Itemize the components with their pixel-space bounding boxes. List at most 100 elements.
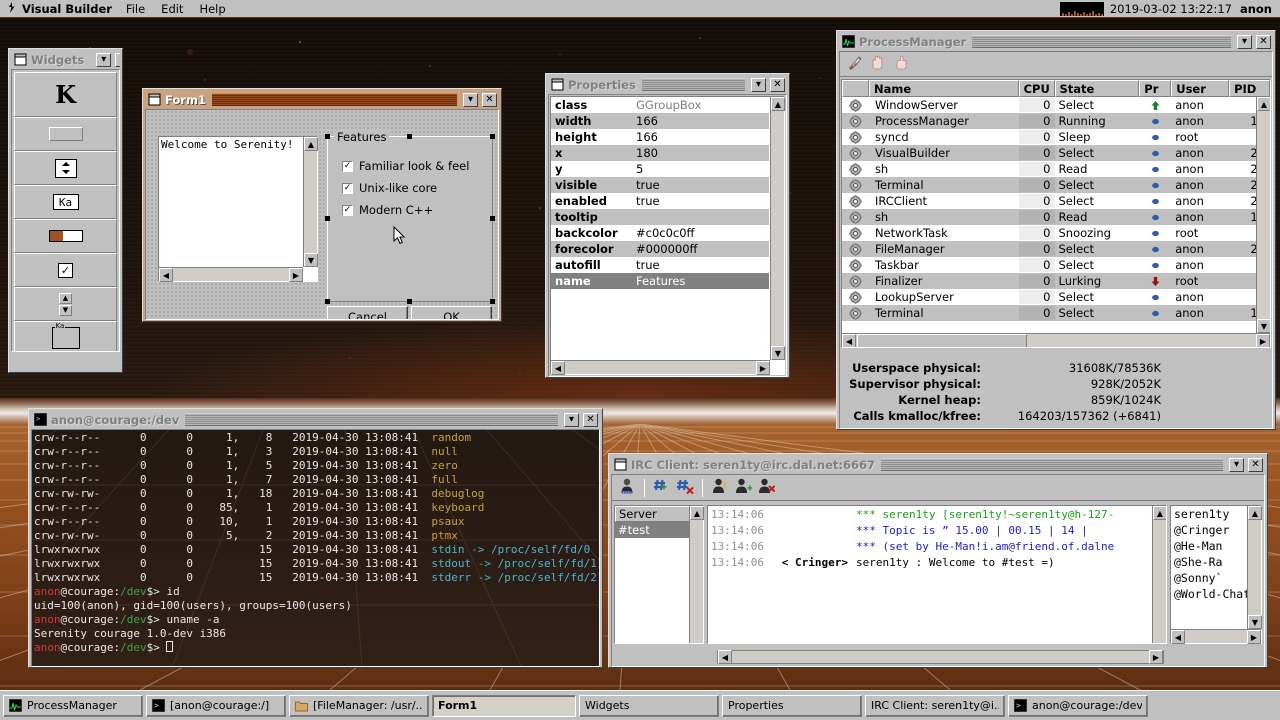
- process-row[interactable]: Terminal0Selectanon17: [842, 305, 1270, 321]
- property-value[interactable]: 166: [636, 114, 769, 128]
- widget-spinbox-button[interactable]: [14, 151, 117, 185]
- process-row[interactable]: ProcessManager0Runninganon11: [842, 113, 1270, 129]
- irc-titlebar[interactable]: IRC Client: seren1ty@irc.dal.net:6667 ▾ …: [611, 456, 1265, 473]
- property-value[interactable]: #000000ff: [636, 242, 769, 256]
- property-row[interactable]: tooltip: [551, 209, 769, 225]
- scroll-up-icon[interactable]: ▲: [1153, 506, 1167, 520]
- irc-user-vscrollbar[interactable]: ▲ ▼: [1247, 506, 1261, 629]
- taskbar-button[interactable]: IRC Client: seren1ty@i...: [865, 695, 1005, 717]
- close-button[interactable]: ✕: [115, 53, 120, 67]
- irc-server-list[interactable]: Server #test ▲: [614, 505, 704, 644]
- terminal-screen[interactable]: crw-r--r-- 0 0 1, 8 2019-04-30 13:08:41 …: [32, 430, 599, 666]
- resize-handle[interactable]: [325, 134, 330, 139]
- process-row[interactable]: VisualBuilder0Selectanon21: [842, 145, 1270, 161]
- irc-message-vscrollbar[interactable]: ▲: [1152, 506, 1166, 643]
- terminal-titlebar[interactable]: > anon@courage:/dev ▾ ✕: [31, 411, 600, 428]
- menu-file[interactable]: File: [126, 2, 145, 16]
- irc-user-hscrollbar[interactable]: ◀ ▶: [1171, 629, 1261, 643]
- property-value[interactable]: true: [636, 258, 769, 272]
- property-row[interactable]: autofilltrue: [551, 257, 769, 273]
- minimize-button[interactable]: ▾: [96, 53, 111, 67]
- process-vscrollbar[interactable]: ▲ ▼: [1256, 97, 1270, 333]
- minimize-button[interactable]: ▾: [1229, 458, 1244, 472]
- col-pid[interactable]: PID: [1229, 80, 1270, 97]
- minimize-button[interactable]: ▾: [564, 413, 579, 427]
- whois-user-button[interactable]: ?: [711, 477, 729, 498]
- processmanager-titlebar[interactable]: ProcessManager ▾ ✕: [839, 33, 1273, 50]
- scroll-right-icon[interactable]: ▶: [289, 268, 303, 282]
- form-textarea[interactable]: Welcome to Serenity! ▲ ▼ ◀ ▶: [158, 136, 318, 282]
- process-row[interactable]: NetworkTask0Snoozingroot4: [842, 225, 1270, 241]
- property-value[interactable]: GGroupBox: [636, 98, 769, 112]
- process-table-wrap[interactable]: Name CPU State Pr User PID WindowServer0…: [841, 79, 1271, 348]
- textarea-vscrollbar[interactable]: ▲ ▼: [303, 137, 317, 267]
- textarea-hscrollbar[interactable]: ◀ ▶: [159, 267, 303, 281]
- process-row[interactable]: sh0Readanon18: [842, 209, 1270, 225]
- close-query-button[interactable]: [757, 477, 775, 498]
- scroll-up-icon[interactable]: ▲: [304, 137, 318, 151]
- scroll-right-icon[interactable]: ▶: [1247, 630, 1261, 644]
- process-row[interactable]: IRCClient0Selectanon25: [842, 193, 1270, 209]
- irc-window[interactable]: IRC Client: seren1ty@irc.dal.net:6667 ▾ …: [608, 453, 1268, 668]
- property-value[interactable]: #c0c0c0ff: [636, 226, 769, 240]
- menu-edit[interactable]: Edit: [161, 2, 183, 16]
- scroll-down-icon[interactable]: ▼: [1257, 319, 1271, 333]
- continue-process-button[interactable]: [892, 54, 909, 74]
- property-row[interactable]: nameFeatures: [551, 273, 769, 289]
- process-row[interactable]: LookupServer0Selectanon5: [842, 289, 1270, 305]
- col-user[interactable]: User: [1171, 80, 1229, 97]
- form1-window[interactable]: Form1 ▾ ✕ Welcome to Serenity! ▲ ▼ ◀ ▶: [142, 88, 502, 322]
- form-design-canvas[interactable]: Welcome to Serenity! ▲ ▼ ◀ ▶ Features: [146, 110, 498, 319]
- scroll-up-icon[interactable]: ▲: [690, 506, 704, 520]
- process-row[interactable]: WindowServer0Selectanon6: [842, 97, 1270, 113]
- checkmark-icon[interactable]: ✓: [342, 205, 353, 216]
- resize-handle[interactable]: [490, 216, 495, 221]
- checkmark-icon[interactable]: ✓: [342, 183, 353, 194]
- process-row[interactable]: Finalizer0Lurkingroot3: [842, 273, 1270, 289]
- properties-hscrollbar[interactable]: ◀ ▶: [551, 360, 770, 374]
- scroll-up-icon[interactable]: ▲: [1257, 97, 1271, 111]
- taskbar-button[interactable]: [FileManager: /usr/...: [289, 695, 429, 717]
- checkbox-row[interactable]: ✓ Unix-like core: [342, 181, 492, 195]
- property-value[interactable]: 166: [636, 130, 769, 144]
- part-channel-button[interactable]: [676, 477, 694, 498]
- taskbar-button[interactable]: Form1: [432, 695, 576, 717]
- close-button[interactable]: ✕: [583, 413, 598, 427]
- form1-titlebar[interactable]: Form1 ▾ ✕: [145, 91, 499, 108]
- open-query-button[interactable]: [734, 477, 752, 498]
- close-button[interactable]: ✕: [770, 78, 785, 92]
- properties-window[interactable]: Properties ▾ ✕ classGGroupBoxwidth166hei…: [545, 73, 790, 378]
- checkbox-row[interactable]: ✓ Familiar look & feel: [342, 159, 492, 173]
- resize-handle[interactable]: [325, 299, 330, 304]
- properties-table[interactable]: classGGroupBoxwidth166height166x180y5vis…: [551, 97, 769, 359]
- close-button[interactable]: ✕: [482, 93, 497, 107]
- process-row[interactable]: Terminal0Selectanon26: [842, 177, 1270, 193]
- property-row[interactable]: classGGroupBox: [551, 97, 769, 113]
- widget-textbox-button[interactable]: Ka: [14, 185, 117, 219]
- menu-help[interactable]: Help: [199, 2, 225, 16]
- irc-message-view[interactable]: 13:14:06*** seren1ty [seren1ty!~seren1ty…: [707, 505, 1167, 644]
- resize-handle[interactable]: [325, 216, 330, 221]
- property-value[interactable]: true: [636, 194, 769, 208]
- scroll-right-icon[interactable]: ▶: [756, 361, 770, 375]
- cancel-button[interactable]: Cancel: [327, 306, 408, 320]
- property-row[interactable]: enabledtrue: [551, 193, 769, 209]
- processmanager-window[interactable]: ProcessManager ▾ ✕: [836, 30, 1276, 430]
- scroll-down-icon[interactable]: ▼: [771, 346, 785, 360]
- property-row[interactable]: backcolor#c0c0c0ff: [551, 225, 769, 241]
- scroll-left-icon[interactable]: ◀: [1171, 630, 1185, 644]
- close-button[interactable]: ✕: [1256, 35, 1271, 49]
- join-channel-button[interactable]: [653, 477, 671, 498]
- process-row[interactable]: FileManager0Selectanon20: [842, 241, 1270, 257]
- terminal-window[interactable]: > anon@courage:/dev ▾ ✕ c: [28, 408, 603, 668]
- serenity-logo-icon[interactable]: [0, 1, 22, 17]
- taskbar-button[interactable]: Properties: [722, 695, 862, 717]
- process-row[interactable]: syncd0Sleeproot2: [842, 129, 1270, 145]
- properties-vscrollbar[interactable]: ▲ ▼: [770, 97, 784, 360]
- widget-label-button[interactable]: K: [14, 72, 117, 117]
- ok-button[interactable]: OK: [411, 306, 492, 320]
- minimize-button[interactable]: ▾: [463, 93, 478, 107]
- widgets-window[interactable]: Widgets ▾ ✕ K Ka: [8, 48, 123, 373]
- scroll-left-icon[interactable]: ◀: [551, 361, 565, 375]
- property-row[interactable]: forecolor#000000ff: [551, 241, 769, 257]
